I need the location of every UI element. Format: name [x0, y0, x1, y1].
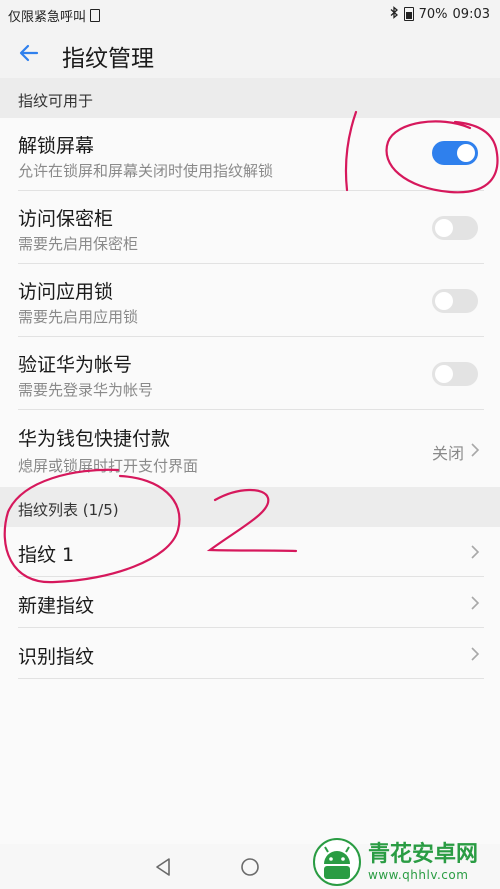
- section-header-label: 指纹列表 (1/5): [18, 501, 119, 519]
- nav-back-icon[interactable]: [154, 857, 172, 877]
- setting-title: 访问保密柜: [18, 208, 114, 230]
- status-left: 仅限紧急呼叫: [8, 6, 101, 25]
- identify-fingerprint-item[interactable]: 识别指纹: [0, 628, 500, 679]
- setting-unlock-screen[interactable]: 解锁屏幕 允许在锁屏和屏幕关闭时使用指纹解锁: [0, 118, 500, 191]
- status-right: 70% 09:03: [390, 6, 490, 22]
- arrow-left-icon: [19, 44, 39, 62]
- setting-title: 访问应用锁: [18, 281, 114, 303]
- fingerprint-item[interactable]: 指纹 1: [0, 527, 500, 577]
- toggle-knob: [435, 292, 453, 310]
- setting-title: 验证华为帐号: [18, 354, 133, 376]
- new-fingerprint-label: 新建指纹: [18, 595, 95, 617]
- setting-access-app-lock[interactable]: 访问应用锁 需要先启用应用锁: [0, 264, 500, 337]
- setting-title: 解锁屏幕: [18, 135, 95, 157]
- setting-subtitle: 需要先启用应用锁: [18, 308, 139, 326]
- chevron-right-icon: [471, 443, 480, 457]
- setting-subtitle: 需要先登录华为帐号: [18, 381, 154, 399]
- status-bar: 仅限紧急呼叫 70% 09:03: [0, 0, 500, 28]
- setting-title: 华为钱包快捷付款: [18, 428, 171, 450]
- battery-percent: 70%: [418, 6, 448, 22]
- watermark-url: www.qhhlv.com: [368, 867, 469, 882]
- toggle-knob: [435, 365, 453, 383]
- verify-huawei-id-toggle[interactable]: [432, 362, 478, 386]
- chevron-right-icon: [471, 545, 480, 559]
- watermark-text: 青花安卓网 www.qhhlv.com: [368, 842, 478, 882]
- access-safe-toggle[interactable]: [432, 216, 478, 240]
- bluetooth-icon: [390, 6, 399, 22]
- new-fingerprint-item[interactable]: 新建指纹: [0, 577, 500, 628]
- carrier-text: 仅限紧急呼叫: [8, 10, 87, 25]
- setting-subtitle: 需要先启用保密柜: [18, 235, 139, 253]
- fingerprint-label: 指纹 1: [18, 544, 75, 566]
- unlock-screen-toggle[interactable]: [432, 141, 478, 165]
- section-header-fingerprint-list: 指纹列表 (1/5): [0, 487, 500, 527]
- toggle-knob: [457, 144, 475, 162]
- battery-icon: [403, 7, 414, 21]
- wallet-status-value: 关闭: [431, 444, 464, 463]
- identify-fingerprint-label: 识别指纹: [18, 646, 95, 668]
- app-header: 指纹管理: [0, 28, 500, 78]
- status-time: 09:03: [452, 6, 490, 22]
- chevron-right-icon: [471, 596, 480, 610]
- setting-subtitle: 允许在锁屏和屏幕关闭时使用指纹解锁: [18, 162, 274, 180]
- setting-huawei-wallet-quick-pay[interactable]: 华为钱包快捷付款 熄屏或锁屏时打开支付界面 关闭: [0, 410, 500, 487]
- back-button[interactable]: [12, 36, 46, 70]
- android-robot-logo-icon: [313, 837, 361, 886]
- nav-home-icon[interactable]: [240, 857, 260, 877]
- setting-access-safe[interactable]: 访问保密柜 需要先启用保密柜: [0, 191, 500, 264]
- watermark-name: 青花安卓网: [368, 841, 479, 867]
- chevron-right-icon: [471, 647, 480, 661]
- watermark: 青花安卓网 www.qhhlv.com: [312, 834, 500, 889]
- section-header-label: 指纹可用于: [18, 92, 94, 110]
- setting-verify-huawei-id[interactable]: 验证华为帐号 需要先登录华为帐号: [0, 337, 500, 410]
- divider: [18, 678, 484, 679]
- section-header-usage: 指纹可用于: [0, 78, 500, 118]
- access-app-lock-toggle[interactable]: [432, 289, 478, 313]
- toggle-knob: [435, 219, 453, 237]
- page-title: 指纹管理: [62, 46, 154, 72]
- setting-subtitle: 熄屏或锁屏时打开支付界面: [18, 457, 199, 475]
- sim-card-icon: [90, 9, 101, 22]
